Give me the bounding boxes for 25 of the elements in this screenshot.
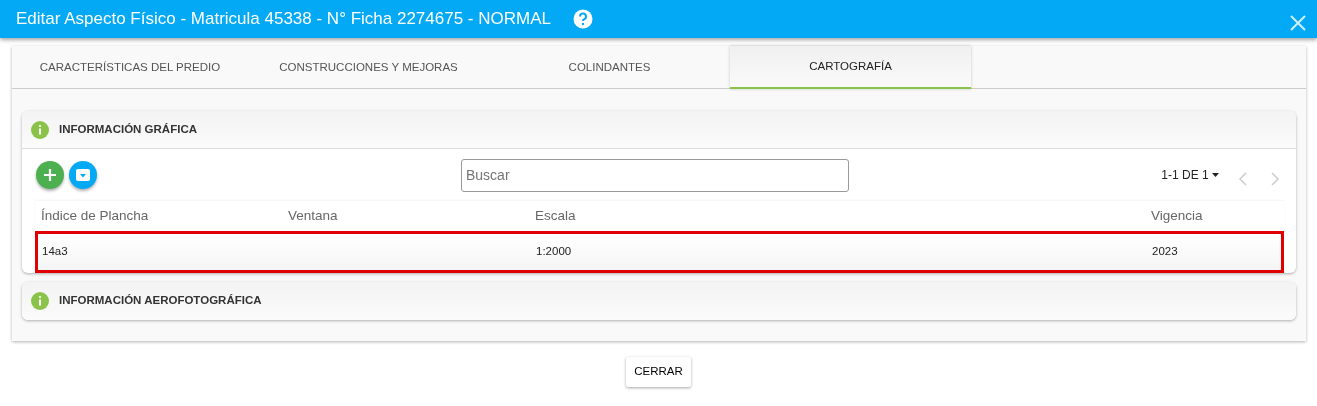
download-icon [76, 169, 90, 181]
tab[interactable]: COLINDANTES [489, 46, 730, 89]
tab[interactable]: CARACTERÍSTICAS DEL PREDIO [12, 46, 248, 89]
info-icon [31, 292, 49, 310]
column-header[interactable]: Escala [529, 205, 1145, 227]
add-button[interactable] [36, 161, 64, 189]
caret-icon [1212, 173, 1220, 179]
page-range-dropdown[interactable]: 1-1 DE 1 [1161, 166, 1220, 184]
window-title: Editar Aspecto Físico - Matricula 45338 - N° Ficha 2274675 - NORMAL [16, 8, 551, 31]
section-title[interactable]: INFORMACIÓN AEROFOTOGRÁFICA [59, 292, 262, 310]
plus-icon [43, 168, 57, 182]
help-icon[interactable] [572, 9, 593, 29]
column-header[interactable]: Índice de Plancha [35, 205, 282, 227]
column-header[interactable]: Ventana [282, 205, 529, 227]
info-icon [31, 120, 49, 139]
search-field[interactable]: Buscar [461, 158, 849, 192]
table-cell: 14a3 [42, 245, 68, 258]
tab[interactable]: CARTOGRAFÍA [730, 46, 971, 89]
close-button[interactable]: CERRAR [626, 357, 691, 387]
column-header[interactable]: Vigencia [1145, 205, 1284, 227]
table-cell: 2023 [1152, 245, 1178, 258]
section-title[interactable]: INFORMACIÓN GRÁFICA [59, 120, 197, 139]
download-button[interactable] [69, 161, 97, 189]
tab[interactable]: CONSTRUCCIONES Y MEJORAS [248, 46, 489, 89]
table-cell: 1:2000 [536, 245, 572, 258]
